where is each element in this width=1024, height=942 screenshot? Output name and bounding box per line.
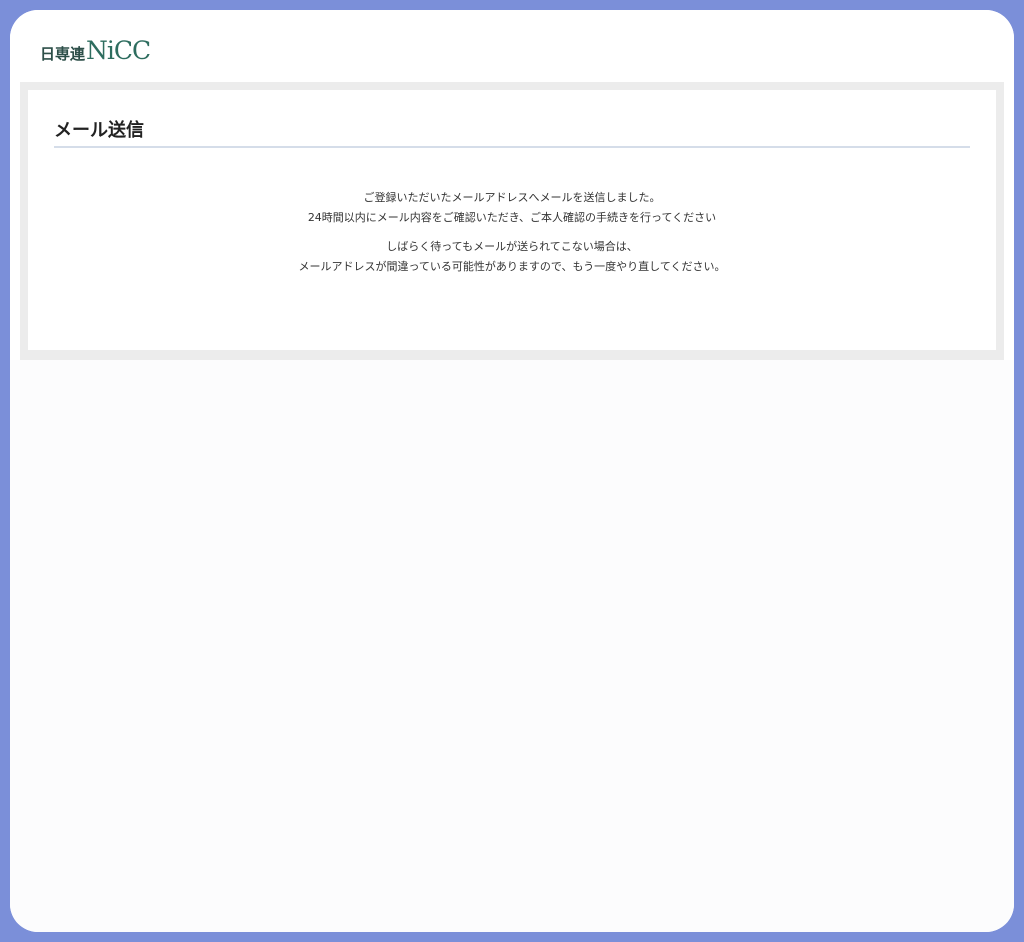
message-line: ご登録いただいたメールアドレスへメールを送信しました。 — [363, 191, 661, 204]
message-line: 24時間以内にメール内容をご確認いただき、ご本人確認の手続きを行ってください — [307, 211, 717, 224]
confirmation-message: ご登録いただいたメールアドレスへメールを送信しました。 24時間以内にメール内容… — [54, 188, 970, 286]
page-background — [10, 360, 1014, 932]
browser-viewport: 日専連 NiCC メール送信 ご登録いただいたメールアドレスへメールを送信しまし… — [10, 10, 1014, 932]
nicc-logo[interactable]: 日専連 NiCC — [40, 36, 151, 65]
message-line: しばらく待ってもメールが送られてこない場合は、 — [386, 240, 638, 253]
logo-latin-text: NiCC — [86, 36, 151, 65]
page-title: メール送信 — [54, 120, 144, 141]
site-header: 日専連 NiCC — [10, 10, 1014, 82]
content-panel-frame: メール送信 ご登録いただいたメールアドレスへメールを送信しました。 24時間以内… — [20, 82, 1004, 360]
message-line: メールアドレスが間違っている可能性がありますので、もう一度やり直してください。 — [298, 260, 726, 273]
logo-kanji-text: 日専連 — [40, 45, 86, 63]
message-paragraph-sent: ご登録いただいたメールアドレスへメールを送信しました。 24時間以内にメール内容… — [54, 188, 970, 228]
content-panel: メール送信 ご登録いただいたメールアドレスへメールを送信しました。 24時間以内… — [28, 90, 996, 350]
message-paragraph-retry: しばらく待ってもメールが送られてこない場合は、 メールアドレスが間違っている可能… — [54, 237, 970, 277]
title-divider — [54, 146, 970, 148]
device-frame: 日専連 NiCC メール送信 ご登録いただいたメールアドレスへメールを送信しまし… — [0, 0, 1024, 942]
